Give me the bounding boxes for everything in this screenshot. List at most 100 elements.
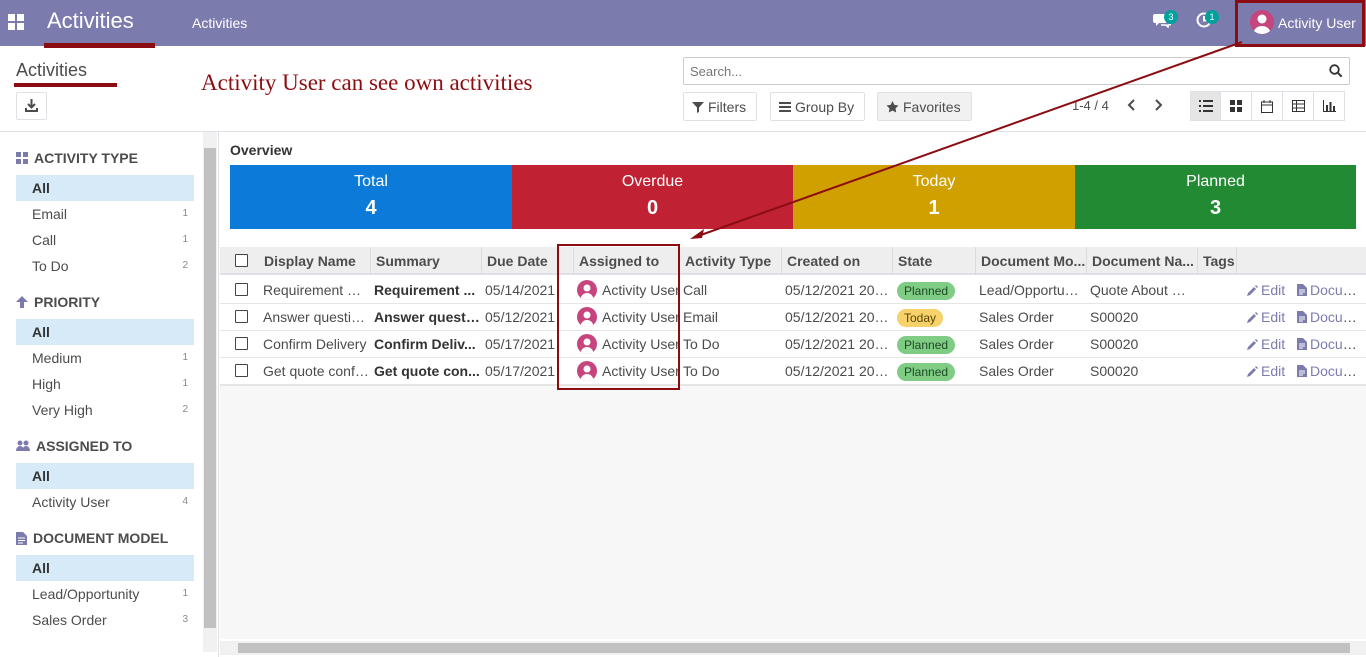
pager-previous-icon[interactable] [1126, 98, 1136, 115]
item-label: Sales Order [32, 612, 107, 628]
pager-next-icon[interactable] [1154, 98, 1164, 115]
table-row[interactable]: Confirm Delivery Confirm Deliv... 05/17/… [220, 331, 1366, 358]
cell-activity-type: To Do [683, 363, 720, 379]
table-row[interactable]: Answer questions Answer questi... 05/12/… [220, 304, 1366, 331]
item-label: Medium [32, 350, 82, 366]
document-label: Document [1310, 282, 1366, 298]
user-menu-name[interactable]: Activity User [1278, 15, 1356, 31]
menu-activities[interactable]: Activities [192, 15, 247, 31]
cell-summary: Requirement ... [374, 282, 476, 298]
row-checkbox[interactable] [235, 364, 248, 377]
search-box[interactable] [683, 57, 1350, 85]
table-row[interactable]: Requirement G... Requirement ... 05/14/2… [220, 277, 1366, 304]
calendar-view-button[interactable] [1252, 91, 1283, 121]
column-tags[interactable]: Tags [1198, 247, 1237, 275]
filters-button[interactable]: Filters [683, 92, 758, 121]
apps-menu-icon[interactable] [8, 14, 24, 30]
group-by-button[interactable]: Group By [770, 92, 866, 121]
filters-label: Filters [708, 98, 747, 115]
cell-document-model: Sales Order [979, 336, 1054, 352]
priority-high[interactable]: High 1 [16, 371, 194, 397]
row-checkbox[interactable] [235, 283, 248, 296]
state-badge: Planned [897, 363, 956, 381]
stat-overdue[interactable]: Overdue 0 [512, 165, 793, 229]
search-panel-scrollbar-thumb[interactable] [204, 148, 216, 628]
section-title-label: Activity Type [34, 150, 138, 166]
priority-all[interactable]: All [16, 319, 194, 345]
document-link[interactable]: Document [1293, 358, 1366, 384]
column-display-name[interactable]: Display Name [259, 247, 371, 275]
graph-view-button[interactable] [1314, 91, 1345, 121]
activity-type-all[interactable]: All [16, 175, 194, 201]
favorites-button[interactable]: Favorites [877, 92, 972, 121]
stat-value: 1 [928, 197, 940, 219]
cell-state: Planned [892, 277, 976, 303]
kanban-view-button[interactable] [1221, 91, 1252, 121]
list-icon [1198, 100, 1213, 112]
messages-badge: 3 [1164, 10, 1178, 24]
column-activity-type[interactable]: Activity Type [680, 247, 782, 275]
column-summary[interactable]: Summary [371, 247, 482, 275]
activity-type-email[interactable]: Email 1 [16, 201, 194, 227]
pivot-view-button[interactable] [1283, 91, 1314, 121]
activities-clock-icon[interactable]: 1 [1196, 10, 1219, 34]
stat-today[interactable]: Today 1 [793, 165, 1075, 229]
activity-type-call[interactable]: Call 1 [16, 227, 194, 253]
column-created-on[interactable]: Created on [782, 247, 893, 275]
priority-medium[interactable]: Medium 1 [16, 345, 194, 371]
section-title-label: Priority [34, 294, 101, 310]
select-all-checkbox[interactable] [235, 254, 248, 267]
item-label: To Do [32, 258, 69, 274]
overview-label: Overview [230, 142, 293, 158]
column-document-name[interactable]: Document Na... [1087, 247, 1198, 275]
horizontal-scrollbar-thumb[interactable] [238, 643, 1350, 653]
document-model-all[interactable]: All [16, 555, 194, 581]
column-state[interactable]: State [893, 247, 976, 275]
bars-icon [779, 101, 791, 112]
search-input[interactable] [684, 58, 1304, 84]
item-label: Email [32, 206, 68, 222]
cell-document-name: Quote About M... [1090, 282, 1193, 298]
item-label: All [32, 560, 50, 576]
document-link[interactable]: Document [1293, 277, 1366, 303]
pencil-icon [1247, 366, 1258, 377]
document-model-lead[interactable]: Lead/Opportunity 1 [16, 581, 194, 607]
activity-type-todo[interactable]: To Do 2 [16, 253, 194, 279]
row-checkbox[interactable] [235, 310, 248, 323]
priority-very-high[interactable]: Very High 2 [16, 397, 194, 423]
item-label: Very High [32, 402, 93, 418]
app-brand[interactable]: Activities [47, 8, 134, 34]
download-button[interactable] [16, 92, 47, 120]
cell-created-on: 05/12/2021 20:... [785, 363, 890, 379]
assigned-to-activity-user[interactable]: Activity User 4 [16, 489, 194, 515]
document-label: Document [1310, 309, 1366, 325]
item-count: 2 [182, 404, 188, 415]
section-title-label: Document Model [33, 530, 169, 546]
assigned-to-all[interactable]: All [16, 463, 194, 489]
kanban-icon [1230, 100, 1242, 112]
search-icon[interactable] [1329, 64, 1343, 81]
document-link[interactable]: Document [1293, 331, 1366, 357]
section-title-label: Assigned To [36, 438, 133, 454]
document-model-sales-order[interactable]: Sales Order 3 [16, 607, 194, 633]
item-label: High [32, 376, 61, 392]
row-checkbox[interactable] [235, 337, 248, 350]
filter-icon [692, 101, 704, 113]
breadcrumb: Activities [16, 60, 88, 80]
stat-planned[interactable]: Planned 3 [1075, 165, 1356, 229]
document-label: Document [1310, 363, 1366, 379]
pager-value[interactable]: 1-4 / 4 [1072, 98, 1109, 113]
stat-total[interactable]: Total 4 [230, 165, 512, 229]
list-view-button[interactable] [1190, 91, 1221, 121]
grid-icon [16, 152, 28, 164]
messages-icon[interactable]: 3 [1153, 10, 1178, 34]
top-navbar: Activities Activities 3 1 [0, 0, 1366, 46]
assigned-to-highlight-box [557, 244, 680, 390]
column-document-model[interactable]: Document Mo... [976, 247, 1087, 275]
state-badge: Today [897, 309, 944, 327]
user-avatar[interactable] [1250, 10, 1274, 34]
item-count: 1 [182, 208, 188, 219]
stat-value: 4 [365, 197, 377, 219]
document-link[interactable]: Document [1293, 304, 1366, 330]
table-row[interactable]: Get quote confi... Get quote con... 05/1… [220, 358, 1366, 385]
